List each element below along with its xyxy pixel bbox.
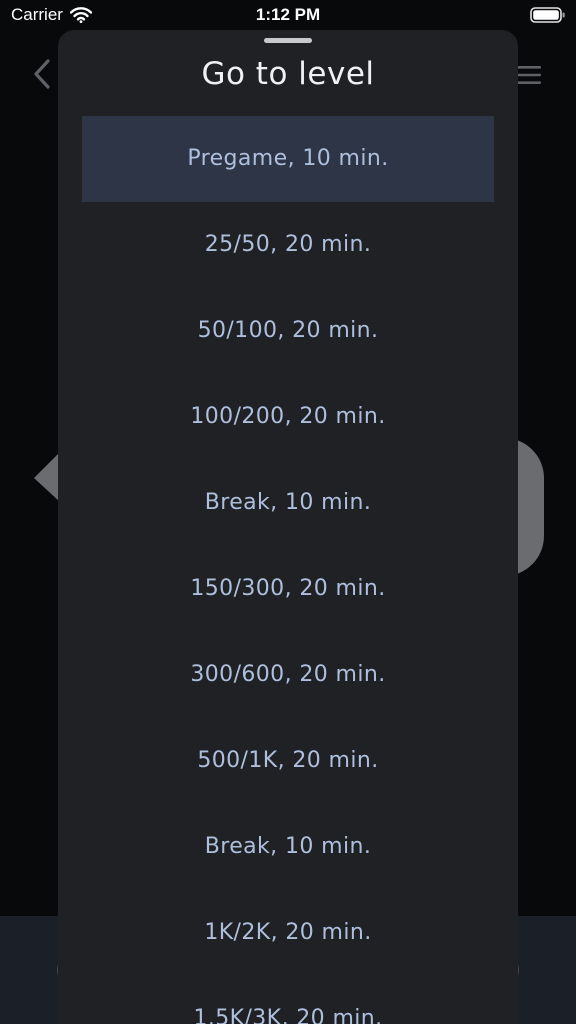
level-item[interactable]: Break, 10 min.: [82, 804, 494, 890]
level-item[interactable]: 50/100, 20 min.: [82, 288, 494, 374]
level-item[interactable]: 25/50, 20 min.: [82, 202, 494, 288]
level-item[interactable]: 1K/2K, 20 min.: [82, 890, 494, 976]
sheet-grabber[interactable]: [264, 38, 312, 43]
sheet-title: Go to level: [201, 56, 375, 92]
level-item[interactable]: 1.5K/3K, 20 min.: [82, 976, 494, 1024]
back-chevron-icon[interactable]: [32, 58, 52, 90]
level-list: Pregame, 10 min. 25/50, 20 min. 50/100, 20…: [82, 116, 494, 1024]
screen: Carrier 1:12 PM Go to level Pregame, 10 …: [0, 0, 576, 1024]
level-item[interactable]: Break, 10 min.: [82, 460, 494, 546]
hamburger-menu-icon[interactable]: [516, 64, 542, 86]
level-item[interactable]: 300/600, 20 min.: [82, 632, 494, 718]
go-to-level-sheet: Go to level Pregame, 10 min. 25/50, 20 mi…: [58, 30, 518, 1024]
level-item-selected[interactable]: Pregame, 10 min.: [82, 116, 494, 202]
level-item[interactable]: 150/300, 20 min.: [82, 546, 494, 632]
battery-icon: [530, 7, 565, 23]
status-bar: Carrier 1:12 PM: [0, 0, 576, 34]
status-time: 1:12 PM: [255, 5, 321, 24]
level-item[interactable]: 100/200, 20 min.: [82, 374, 494, 460]
level-item[interactable]: 500/1K, 20 min.: [82, 718, 494, 804]
